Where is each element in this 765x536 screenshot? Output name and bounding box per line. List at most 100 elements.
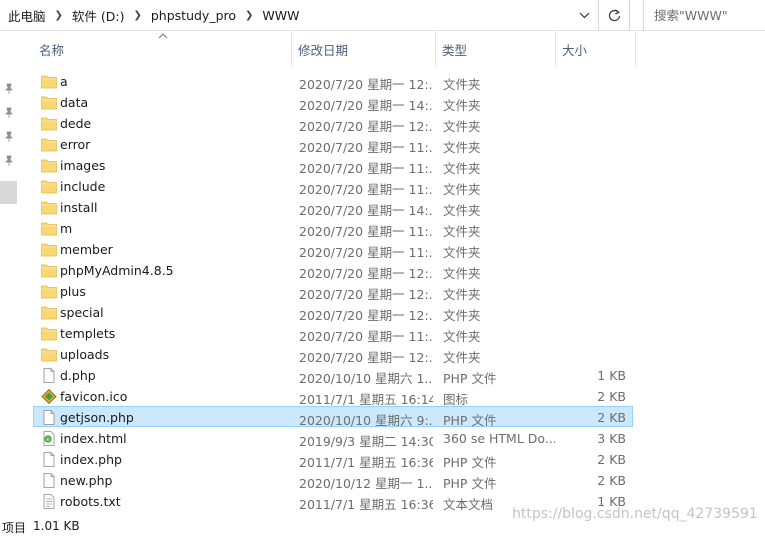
column-name[interactable]: 名称 (33, 31, 292, 67)
file-size: 2 KB (597, 473, 626, 488)
ico-file-icon (41, 388, 57, 405)
file-row[interactable]: member 2020/7/20 星期一 11:... 文件夹 (33, 238, 633, 260)
chevron-right-icon[interactable]: ❯ (245, 10, 253, 21)
file-row[interactable]: d.php 2020/10/10 星期六 1... PHP 文件 1 KB (33, 364, 633, 386)
address-bar: 此电脑 ❯ 软件 (D:) ❯ phpstudy_pro ❯ WWW (0, 0, 765, 31)
file-icon (41, 410, 57, 425)
status-selected-size: 1.01 KB (33, 519, 80, 533)
pin-icon[interactable] (4, 155, 14, 167)
file-row[interactable]: plus 2020/7/20 星期一 12:... 文件夹 (33, 280, 633, 302)
crumb-this-pc[interactable]: 此电脑 (8, 6, 46, 25)
file-name: phpMyAdmin4.8.5 (60, 263, 174, 278)
file-icon (41, 368, 57, 383)
file-row[interactable]: install 2020/7/20 星期一 14:... 文件夹 (33, 196, 633, 218)
file-name: include (60, 179, 106, 194)
chevron-down-icon (579, 12, 589, 18)
file-list: a 2020/7/20 星期一 12:... 文件夹 data 2020/7/20 星期… (33, 70, 637, 512)
folder-icon (41, 74, 57, 89)
file-type: 360 se HTML Do... (443, 431, 555, 446)
folder-icon (41, 347, 57, 362)
nav-selected-item[interactable] (0, 181, 17, 204)
file-row[interactable]: a 2020/7/20 星期一 12:... 文件夹 (33, 70, 633, 92)
folder-icon (41, 200, 57, 215)
file-row[interactable]: error 2020/7/20 星期一 11:... 文件夹 (33, 133, 633, 155)
status-item-label: 项目 (2, 521, 27, 535)
breadcrumb[interactable]: 此电脑 ❯ 软件 (D:) ❯ phpstudy_pro ❯ WWW (0, 0, 597, 30)
column-header: 名称 修改日期 类型 大小 (33, 31, 637, 67)
file-name: error (60, 137, 91, 152)
html-file-icon: e (41, 431, 57, 446)
column-date-modified[interactable]: 修改日期 (292, 31, 436, 67)
file-name: templets (60, 326, 116, 341)
file-name: index.html (60, 431, 127, 446)
navigation-pane (0, 31, 18, 519)
text-file-icon (41, 494, 57, 509)
file-row[interactable]: index.php 2011/7/1 星期五 16:36 PHP 文件 2 KB (33, 448, 633, 470)
file-row[interactable]: templets 2020/7/20 星期一 11:... 文件夹 (33, 322, 633, 344)
file-name: plus (60, 284, 86, 299)
crumb-phpstudy[interactable]: phpstudy_pro (151, 8, 236, 23)
pin-icon[interactable] (4, 83, 14, 95)
file-row[interactable]: new.php 2020/10/12 星期一 1... PHP 文件 2 KB (33, 469, 633, 491)
file-name: data (60, 95, 89, 110)
file-name: getjson.php (60, 410, 134, 425)
folder-icon (41, 221, 57, 236)
file-row[interactable]: special 2020/7/20 星期一 12:... 文件夹 (33, 301, 633, 323)
file-name: favicon.ico (60, 389, 128, 404)
folder-icon (41, 116, 57, 131)
file-row[interactable]: e index.html 2019/9/3 星期二 14:30 360 se HTML… (33, 427, 633, 449)
file-name: member (60, 242, 113, 257)
folder-icon (41, 263, 57, 278)
folder-icon (41, 179, 57, 194)
file-row[interactable]: include 2020/7/20 星期一 11:... 文件夹 (33, 175, 633, 197)
file-row[interactable]: data 2020/7/20 星期一 14:... 文件夹 (33, 91, 633, 113)
folder-icon (41, 242, 57, 257)
file-name: special (60, 305, 104, 320)
file-date-modified: 2011/7/1 星期五 16:36 (299, 497, 433, 512)
folder-icon (41, 305, 57, 320)
file-name: a (60, 74, 68, 89)
refresh-button[interactable] (598, 0, 630, 30)
folder-icon (41, 95, 57, 110)
file-size: 3 KB (597, 431, 626, 446)
file-name: robots.txt (60, 494, 121, 509)
file-row[interactable]: dede 2020/7/20 星期一 12:... 文件夹 (33, 112, 633, 134)
folder-icon (41, 137, 57, 152)
file-size: 2 KB (597, 410, 626, 425)
file-name: install (60, 200, 98, 215)
column-type[interactable]: 类型 (436, 31, 556, 67)
folder-icon (41, 326, 57, 341)
file-name: dede (60, 116, 92, 131)
file-size: 1 KB (597, 368, 626, 383)
file-row[interactable]: favicon.ico 2011/7/1 星期五 16:14 图标 2 KB (33, 385, 633, 407)
folder-icon (41, 158, 57, 173)
file-name: new.php (60, 473, 113, 488)
chevron-right-icon[interactable]: ❯ (55, 10, 63, 21)
crumb-drive[interactable]: 软件 (D:) (72, 6, 125, 25)
file-name: uploads (60, 347, 110, 362)
file-name: d.php (60, 368, 96, 383)
search-box[interactable] (643, 0, 765, 30)
column-size[interactable]: 大小 (556, 31, 636, 67)
svg-text:e: e (46, 436, 50, 443)
file-row[interactable]: m 2020/7/20 星期一 11:... 文件夹 (33, 217, 633, 239)
file-name: images (60, 158, 106, 173)
address-history-dropdown[interactable] (571, 0, 597, 30)
pin-icon[interactable] (4, 131, 14, 143)
watermark: https://blog.csdn.net/qq_42739591 (512, 506, 758, 522)
file-icon (41, 473, 57, 488)
file-size: 2 KB (597, 452, 626, 467)
file-size: 2 KB (597, 389, 626, 404)
crumb-www[interactable]: WWW (262, 8, 299, 23)
file-row[interactable]: uploads 2020/7/20 星期一 12:... 文件夹 (33, 343, 633, 365)
pin-icon[interactable] (4, 107, 14, 119)
file-name: m (60, 221, 73, 236)
search-input[interactable] (652, 6, 765, 24)
refresh-icon (608, 8, 620, 21)
file-row[interactable]: getjson.php 2020/10/10 星期六 9:... PHP 文件 2 K… (33, 406, 633, 428)
file-name: index.php (60, 452, 122, 467)
chevron-right-icon[interactable]: ❯ (133, 10, 141, 21)
file-row[interactable]: phpMyAdmin4.8.5 2020/7/20 星期一 12:... 文件夹 (33, 259, 633, 281)
file-row[interactable]: images 2020/7/20 星期一 11:... 文件夹 (33, 154, 633, 176)
file-icon (41, 452, 57, 467)
